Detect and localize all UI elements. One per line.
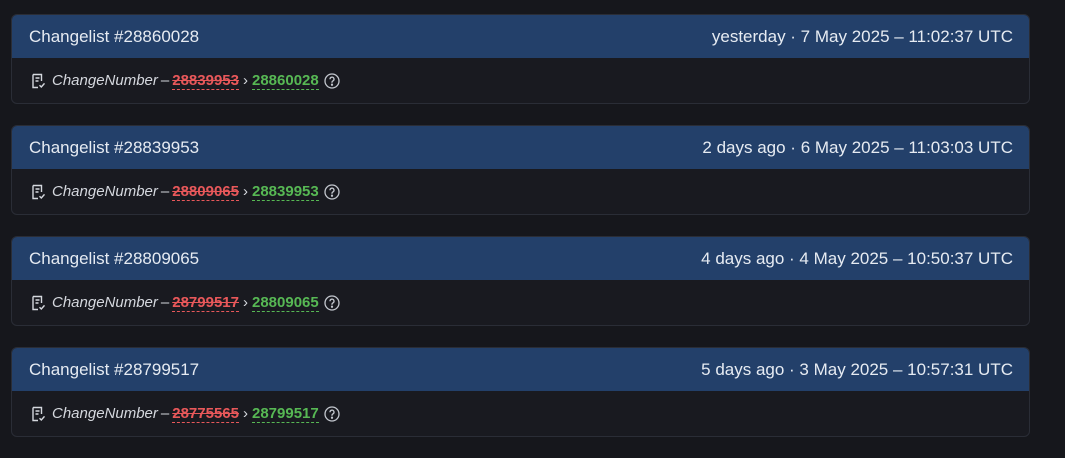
field-dash: – [160, 72, 170, 89]
new-value[interactable]: 28799517 [252, 405, 319, 423]
question-circle-icon[interactable] [324, 294, 341, 311]
document-edit-icon [29, 183, 47, 201]
old-value[interactable]: 28775565 [172, 405, 239, 423]
field-dash: – [160, 183, 170, 200]
changelist-header: Changelist #28799517 5 days ago · 3 May … [12, 348, 1029, 391]
changelist-date: 5 days ago · 3 May 2025 – 10:57:31 UTC [701, 359, 1013, 379]
old-value[interactable]: 28839953 [172, 72, 239, 90]
question-circle-icon[interactable] [324, 72, 341, 89]
changelist-card: Changelist #28809065 4 days ago · 4 May … [11, 236, 1030, 326]
old-value[interactable]: 28799517 [172, 294, 239, 312]
changelist-date: 2 days ago · 6 May 2025 – 11:03:03 UTC [702, 137, 1013, 157]
changelist-title[interactable]: Changelist #28860028 [29, 27, 199, 47]
document-edit-icon [29, 294, 47, 312]
change-row: ChangeNumber – 28775565 › 28799517 [12, 391, 1029, 436]
changelist-date: 4 days ago · 4 May 2025 – 10:50:37 UTC [701, 248, 1013, 268]
changelist-header: Changelist #28839953 2 days ago · 6 May … [12, 126, 1029, 169]
document-edit-icon [29, 72, 47, 90]
value-separator: › [243, 405, 248, 422]
question-circle-icon[interactable] [324, 405, 341, 422]
new-value[interactable]: 28839953 [252, 183, 319, 201]
change-row: ChangeNumber – 28799517 › 28809065 [12, 280, 1029, 325]
field-name: ChangeNumber [52, 183, 158, 200]
old-value[interactable]: 28809065 [172, 183, 239, 201]
changelist-card: Changelist #28860028 yesterday · 7 May 2… [11, 14, 1030, 104]
new-value[interactable]: 28860028 [252, 72, 319, 90]
changelist-list: Changelist #28860028 yesterday · 7 May 2… [11, 14, 1030, 458]
changelist-card: Changelist #28839953 2 days ago · 6 May … [11, 125, 1030, 215]
change-row: ChangeNumber – 28809065 › 28839953 [12, 169, 1029, 214]
field-name: ChangeNumber [52, 405, 158, 422]
value-separator: › [243, 183, 248, 200]
new-value[interactable]: 28809065 [252, 294, 319, 312]
changelist-card: Changelist #28799517 5 days ago · 3 May … [11, 347, 1030, 437]
question-circle-icon[interactable] [324, 183, 341, 200]
changelist-title[interactable]: Changelist #28839953 [29, 138, 199, 158]
field-dash: – [160, 405, 170, 422]
changelist-date: yesterday · 7 May 2025 – 11:02:37 UTC [711, 26, 1013, 46]
changelist-title[interactable]: Changelist #28809065 [29, 249, 199, 269]
value-separator: › [243, 294, 248, 311]
change-row: ChangeNumber – 28839953 › 28860028 [12, 58, 1029, 103]
value-separator: › [243, 72, 248, 89]
changelist-header: Changelist #28809065 4 days ago · 4 May … [12, 237, 1029, 280]
changelist-header: Changelist #28860028 yesterday · 7 May 2… [12, 15, 1029, 58]
field-dash: – [160, 294, 170, 311]
changelist-title[interactable]: Changelist #28799517 [29, 360, 199, 380]
field-name: ChangeNumber [52, 72, 158, 89]
document-edit-icon [29, 405, 47, 423]
field-name: ChangeNumber [52, 294, 158, 311]
